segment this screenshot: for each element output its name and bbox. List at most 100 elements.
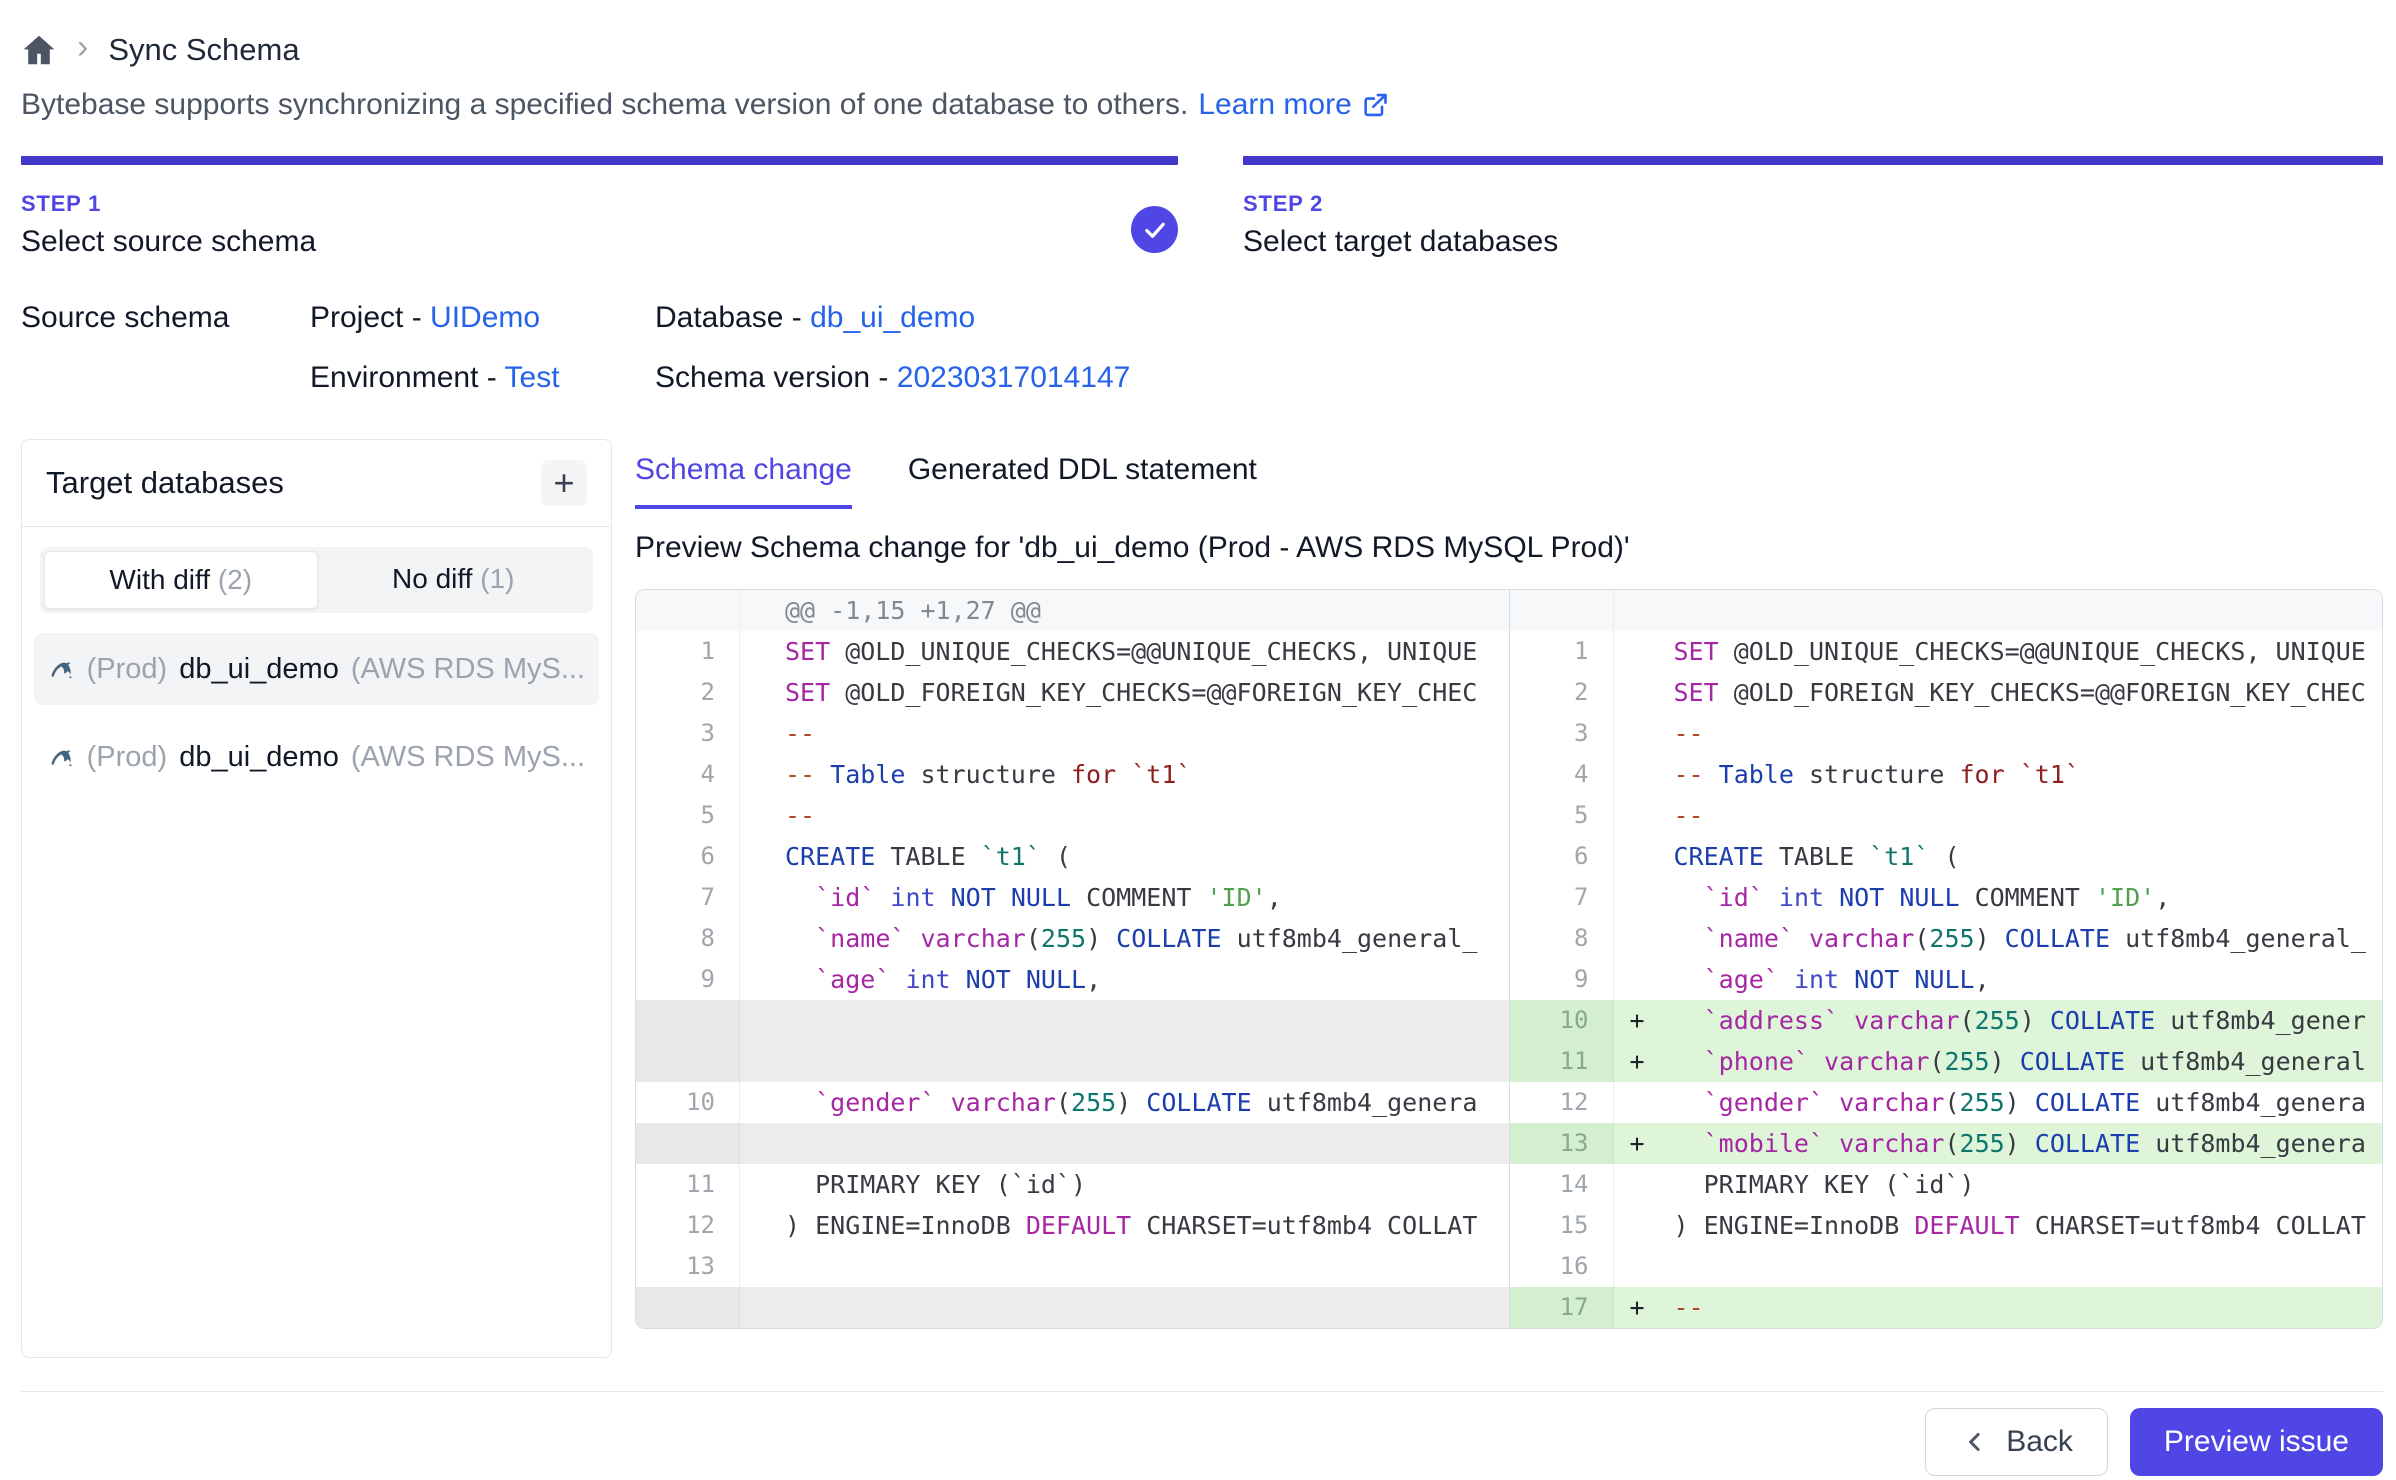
diff-row bbox=[1510, 590, 2383, 631]
diff-pane-source[interactable]: @@ -1,15 +1,27 @@1SET @OLD_UNIQUE_CHECKS… bbox=[636, 590, 1510, 1328]
diff-row: @@ -1,15 +1,27 @@ bbox=[636, 590, 1509, 631]
line-number: 14 bbox=[1510, 1164, 1614, 1205]
diff-sign: + bbox=[1614, 1000, 1668, 1041]
schema-version-link[interactable]: 20230317014147 bbox=[897, 361, 1131, 394]
diff-row: 5-- bbox=[1510, 795, 2383, 836]
schema-diff-viewer: @@ -1,15 +1,27 @@1SET @OLD_UNIQUE_CHECKS… bbox=[635, 589, 2383, 1329]
code-line: SET @OLD_UNIQUE_CHECKS=@@UNIQUE_CHECKS, … bbox=[1668, 631, 2383, 672]
code-line: `gender` varchar(255) COLLATE utf8mb4_ge… bbox=[740, 1082, 1509, 1123]
code-line: `name` varchar(255) COLLATE utf8mb4_gene… bbox=[1668, 918, 2383, 959]
external-link-icon bbox=[1361, 91, 1389, 119]
steps-indicator: STEP 1 Select source schema STEP 2 Selec… bbox=[21, 156, 2383, 259]
code-line: `age` int NOT NULL, bbox=[1668, 959, 2383, 1000]
source-schema-summary: Source schema Project - UIDemo Database … bbox=[21, 301, 2383, 395]
code-line: `name` varchar(255) COLLATE utf8mb4_gene… bbox=[740, 918, 1509, 959]
diff-sign bbox=[1614, 631, 1668, 672]
preview-tabs: Schema change Generated DDL statement bbox=[635, 453, 2383, 509]
line-number: 12 bbox=[1510, 1082, 1614, 1123]
card-divider bbox=[22, 526, 611, 527]
target-database-list: (Prod) db_ui_demo (AWS RDS MyS... (Prod)… bbox=[34, 633, 599, 793]
diff-row: 14 PRIMARY KEY (`id`) bbox=[1510, 1164, 2383, 1205]
diff-row: 4-- Table structure for `t1` bbox=[636, 754, 1509, 795]
diff-row: 10+ `address` varchar(255) COLLATE utf8m… bbox=[1510, 1000, 2383, 1041]
preview-title: Preview Schema change for 'db_ui_demo (P… bbox=[635, 531, 2383, 565]
database-list-item[interactable]: (Prod) db_ui_demo (AWS RDS MyS... bbox=[34, 633, 599, 705]
line-number: 4 bbox=[1510, 754, 1614, 795]
database-list-item[interactable]: (Prod) db_ui_demo (AWS RDS MyS... bbox=[34, 721, 599, 793]
diff-row: 6CREATE TABLE `t1` ( bbox=[1510, 836, 2383, 877]
tab-schema-change[interactable]: Schema change bbox=[635, 453, 852, 509]
line-number: 13 bbox=[1510, 1123, 1614, 1164]
code-line bbox=[740, 1287, 1509, 1328]
page-description: Bytebase supports synchronizing a specif… bbox=[21, 88, 2383, 122]
diff-pane-target[interactable]: 1SET @OLD_UNIQUE_CHECKS=@@UNIQUE_CHECKS,… bbox=[1510, 590, 2383, 1328]
mysql-icon bbox=[48, 739, 75, 775]
line-number: 8 bbox=[1510, 918, 1614, 959]
code-line bbox=[1668, 1246, 2383, 1287]
line-number: 7 bbox=[636, 877, 740, 918]
add-target-database-button[interactable]: + bbox=[541, 460, 587, 506]
diff-row: 16 bbox=[1510, 1246, 2383, 1287]
page-title: Sync Schema bbox=[108, 32, 299, 68]
tab-no-diff[interactable]: No diff (1) bbox=[318, 551, 590, 609]
code-line: `gender` varchar(255) COLLATE utf8mb4_ge… bbox=[1668, 1082, 2383, 1123]
line-number: 9 bbox=[636, 959, 740, 1000]
code-line: PRIMARY KEY (`id`) bbox=[1668, 1164, 2383, 1205]
target-databases-header: Target databases + bbox=[22, 440, 611, 526]
diff-row: 12) ENGINE=InnoDB DEFAULT CHARSET=utf8mb… bbox=[636, 1205, 1509, 1246]
diff-sign: + bbox=[1614, 1123, 1668, 1164]
step-2-label: STEP 2 bbox=[1243, 191, 2383, 217]
target-databases-title: Target databases bbox=[46, 465, 284, 501]
code-line bbox=[740, 1000, 1509, 1082]
tab-generated-ddl[interactable]: Generated DDL statement bbox=[908, 453, 1257, 509]
source-field-schema-version: Schema version - 20230317014147 bbox=[655, 361, 2383, 395]
environment-link[interactable]: Test bbox=[505, 361, 560, 394]
line-number: 2 bbox=[1510, 672, 1614, 713]
line-number: 12 bbox=[636, 1205, 740, 1246]
diff-sign bbox=[1614, 672, 1668, 713]
diff-sign bbox=[1614, 1205, 1668, 1246]
code-line: PRIMARY KEY (`id`) bbox=[740, 1164, 1509, 1205]
line-number bbox=[636, 1123, 740, 1164]
diff-row bbox=[636, 1287, 1509, 1328]
tab-with-diff[interactable]: With diff (2) bbox=[44, 551, 318, 609]
chevron-left-icon bbox=[1960, 1427, 1990, 1457]
project-link[interactable]: UIDemo bbox=[430, 301, 540, 334]
preview-issue-button[interactable]: Preview issue bbox=[2130, 1408, 2383, 1476]
step-1: STEP 1 Select source schema bbox=[21, 156, 1178, 259]
diff-sign bbox=[1614, 1082, 1668, 1123]
code-line: `id` int NOT NULL COMMENT 'ID', bbox=[740, 877, 1509, 918]
back-button[interactable]: Back bbox=[1925, 1408, 2108, 1476]
diff-row: 17+-- bbox=[1510, 1287, 2383, 1328]
source-field-project: Project - UIDemo bbox=[310, 301, 655, 335]
line-number: 5 bbox=[636, 795, 740, 836]
diff-row bbox=[636, 1123, 1509, 1164]
code-line: ) ENGINE=InnoDB DEFAULT CHARSET=utf8mb4 … bbox=[1668, 1205, 2383, 1246]
diff-row: 4-- Table structure for `t1` bbox=[1510, 754, 2383, 795]
diff-sign bbox=[1614, 877, 1668, 918]
learn-more-link[interactable]: Learn more bbox=[1198, 88, 1388, 122]
mysql-icon bbox=[48, 651, 75, 687]
breadcrumb: › Sync Schema bbox=[21, 24, 2383, 76]
line-number: 6 bbox=[636, 836, 740, 877]
diff-row: 10 `gender` varchar(255) COLLATE utf8mb4… bbox=[636, 1082, 1509, 1123]
diff-row: 8 `name` varchar(255) COLLATE utf8mb4_ge… bbox=[636, 918, 1509, 959]
line-number: 7 bbox=[1510, 877, 1614, 918]
diff-row: 8 `name` varchar(255) COLLATE utf8mb4_ge… bbox=[1510, 918, 2383, 959]
database-link[interactable]: db_ui_demo bbox=[810, 301, 975, 334]
line-number: 13 bbox=[636, 1246, 740, 1287]
diff-row: 3-- bbox=[636, 713, 1509, 754]
diff-sign bbox=[1614, 836, 1668, 877]
code-line: SET @OLD_UNIQUE_CHECKS=@@UNIQUE_CHECKS, … bbox=[740, 631, 1509, 672]
diff-filter-tabs: With diff (2) No diff (1) bbox=[40, 547, 593, 613]
line-number: 11 bbox=[1510, 1041, 1614, 1082]
diff-row: 7 `id` int NOT NULL COMMENT 'ID', bbox=[1510, 877, 2383, 918]
diff-row bbox=[636, 1000, 1509, 1082]
main-content: Target databases + With diff (2) No diff… bbox=[21, 439, 2383, 1358]
code-line: SET @OLD_FOREIGN_KEY_CHECKS=@@FOREIGN_KE… bbox=[1668, 672, 2383, 713]
sync-schema-page: › Sync Schema Bytebase supports synchron… bbox=[0, 0, 2396, 1476]
home-icon[interactable] bbox=[21, 32, 57, 68]
diff-row: 11+ `phone` varchar(255) COLLATE utf8mb4… bbox=[1510, 1041, 2383, 1082]
diff-sign: + bbox=[1614, 1287, 1668, 1328]
step-1-label: STEP 1 bbox=[21, 191, 1178, 217]
